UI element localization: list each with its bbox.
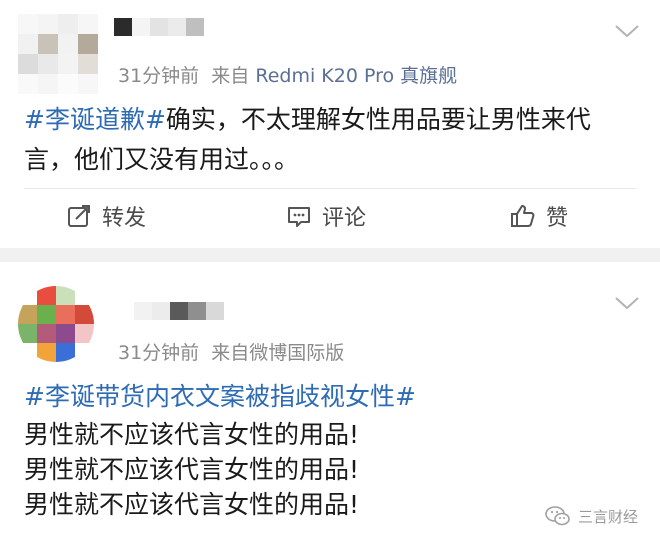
username-redacted[interactable]: [114, 18, 204, 36]
like-button[interactable]: 赞: [510, 196, 568, 236]
post-text: #李诞道歉#确实，不太理解女性用品要让男性来代言，他们又没有用过。。。: [24, 100, 632, 180]
post-time: 31分钟前: [118, 342, 200, 364]
post-line: 男性就不应该代言女性的用品!: [24, 490, 360, 519]
avatar[interactable]: [18, 286, 94, 362]
repost-icon: [68, 205, 90, 227]
username-redacted[interactable]: [134, 302, 224, 320]
chevron-down-icon[interactable]: [614, 24, 640, 38]
post-source-label: 来自: [211, 65, 250, 87]
post-meta: 31分钟前 来自 Redmi K20 Pro 真旗舰: [118, 61, 457, 88]
avatar[interactable]: [18, 14, 98, 94]
weibo-post-1: 31分钟前 来自 Redmi K20 Pro 真旗舰 #李诞道歉#确实，不太理解…: [0, 0, 660, 248]
post-meta: 31分钟前 来自微博国际版: [118, 338, 344, 365]
chevron-down-icon[interactable]: [614, 296, 640, 310]
divider: [24, 188, 636, 189]
post-line: 男性就不应该代言女性的用品!: [24, 420, 360, 449]
post-line: 男性就不应该代言女性的用品!: [24, 455, 360, 484]
thumbs-up-icon: [511, 205, 535, 227]
post-text: #李诞带货内衣文案被指歧视女性# 男性就不应该代言女性的用品! 男性就不应该代言…: [24, 377, 632, 525]
weibo-post-2: 31分钟前 来自微博国际版 #李诞带货内衣文案被指歧视女性# 男性就不应该代言女…: [0, 262, 660, 543]
repost-label: 转发: [102, 206, 147, 231]
wechat-icon: [545, 506, 570, 526]
comment-icon: [288, 207, 310, 227]
watermark: 三言财经: [544, 505, 638, 527]
comment-label: 评论: [322, 206, 367, 231]
repost-button[interactable]: 转发: [66, 196, 146, 236]
topic-link[interactable]: #李诞带货内衣文案被指歧视女性#: [24, 377, 632, 417]
like-label: 赞: [546, 206, 569, 231]
topic-link[interactable]: #李诞道歉#: [24, 105, 166, 134]
post-source: 来自微博国际版: [211, 342, 345, 364]
post-device[interactable]: Redmi K20 Pro 真旗舰: [255, 65, 457, 87]
comment-button[interactable]: 评论: [286, 196, 366, 236]
post-time: 31分钟前: [118, 65, 200, 87]
watermark-text: 三言财经: [577, 507, 638, 526]
